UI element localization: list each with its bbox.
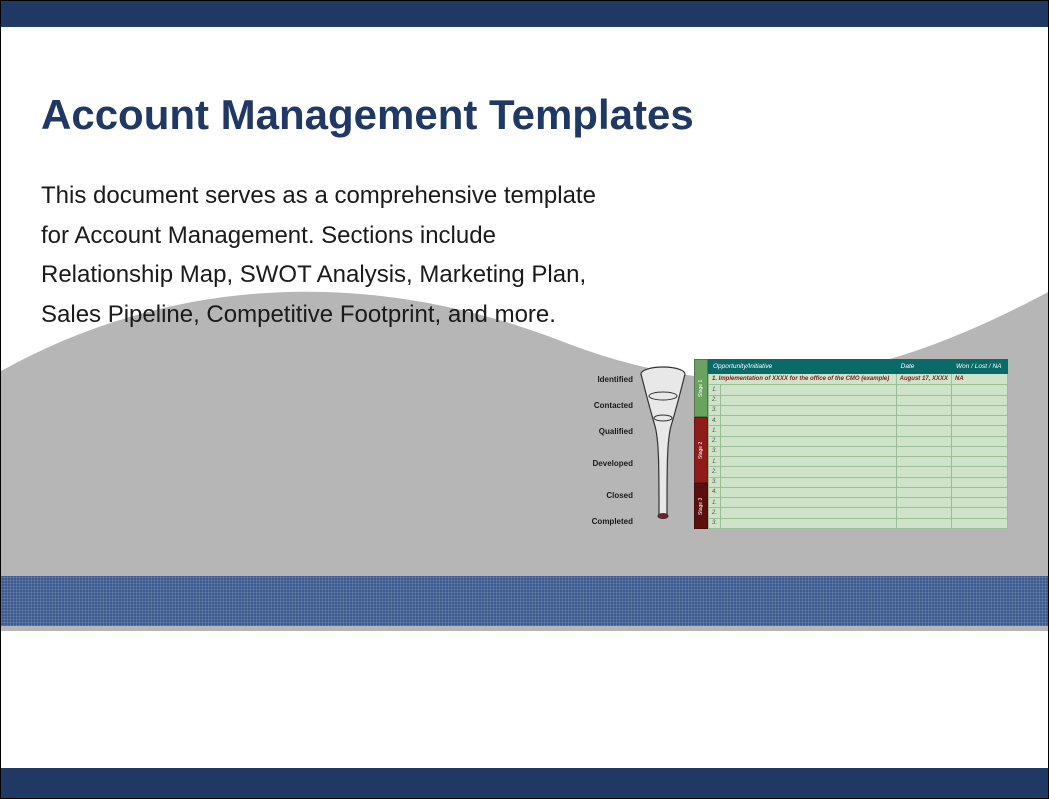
table-row: 1.: [709, 457, 1008, 467]
table-row: 2.: [709, 436, 1008, 446]
page-title: Account Management Templates: [41, 91, 694, 139]
table-row: 1.: [709, 498, 1008, 508]
table-row: 2.: [709, 467, 1008, 477]
table-header: Date: [896, 360, 951, 374]
table-row: 4.: [709, 416, 1008, 426]
mid-band: [1, 576, 1048, 626]
table-row: 3.: [709, 446, 1008, 456]
table-row: 1.: [709, 385, 1008, 395]
opportunity-table: Stage 1 Stage 2 Stage 3 Opportunity/Init…: [694, 359, 1008, 529]
body-text: This document serves as a comprehensive …: [41, 176, 601, 334]
example-opportunity-label: 1. Implementation of XXXX for the office…: [709, 374, 897, 385]
table-row: 3.: [709, 518, 1008, 528]
funnel-icon: [639, 366, 687, 536]
funnel-stage-labels: Identified Contacted Qualified Developed…: [583, 366, 635, 534]
table-header: Won / Lost / NA: [952, 360, 1008, 374]
table-row: 1.: [709, 426, 1008, 436]
table-row: 3.: [709, 477, 1008, 487]
stage-tab: Stage 2: [694, 417, 708, 483]
funnel-graphic: Identified Contacted Qualified Developed…: [583, 366, 687, 536]
bottom-bar: [1, 768, 1048, 798]
opportunity-data-table: Opportunity/Initiative Date Won / Lost /…: [708, 359, 1008, 529]
table-row: 2.: [709, 508, 1008, 518]
funnel-stage-label: Completed: [583, 508, 635, 534]
table-header: Opportunity/Initiative: [709, 360, 897, 374]
top-bar: [1, 1, 1048, 27]
table-stage-tabs: Stage 1 Stage 2 Stage 3: [694, 359, 708, 529]
table-row: 3.: [709, 405, 1008, 415]
funnel-stage-label: Developed: [583, 444, 635, 482]
table-row: 4.: [709, 487, 1008, 497]
funnel-stage-label: Qualified: [583, 418, 635, 444]
stage-tab: Stage 3: [694, 483, 708, 529]
slide: Account Management Templates This docume…: [0, 0, 1049, 799]
funnel-stage-label: Closed: [583, 482, 635, 508]
example-opportunity-date: August 17, XXXX: [896, 374, 951, 385]
example-opportunity-status: NA: [952, 374, 1008, 385]
funnel-stage-label: Identified: [583, 366, 635, 392]
funnel-stage-label: Contacted: [583, 392, 635, 418]
table-row: 2.: [709, 395, 1008, 405]
stage-tab: Stage 1: [694, 359, 708, 417]
